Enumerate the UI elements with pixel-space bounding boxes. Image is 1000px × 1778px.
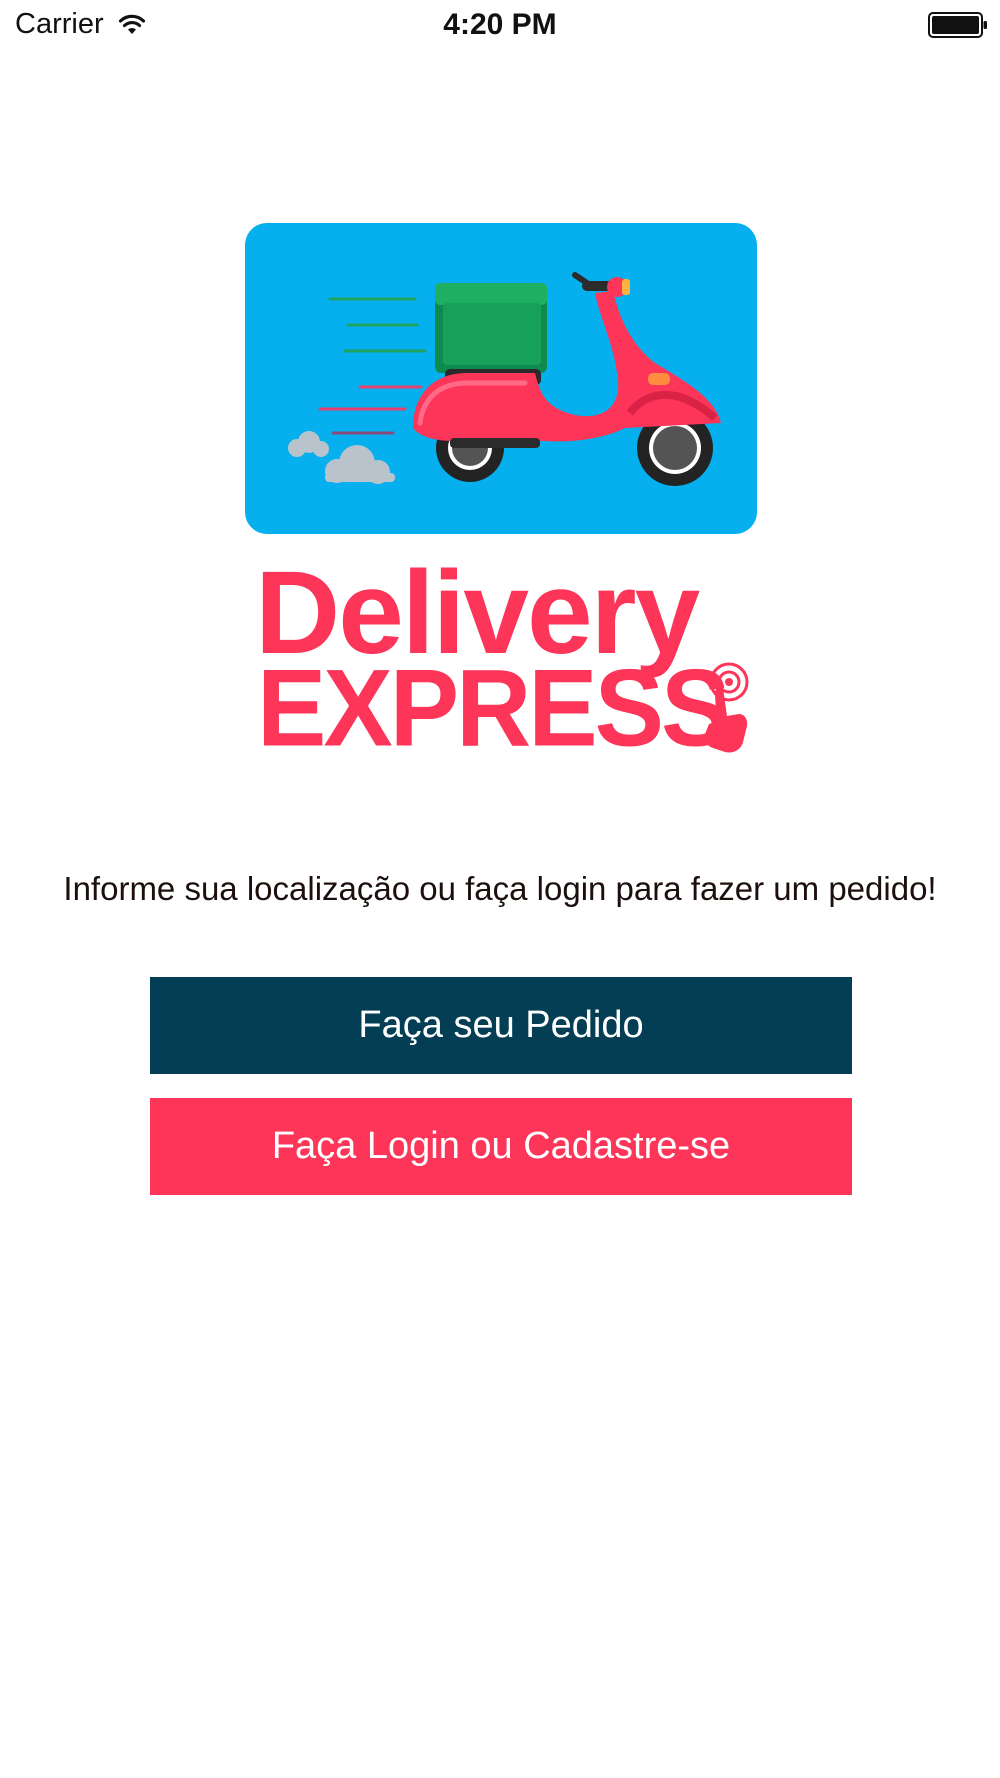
login-signup-button[interactable]: Faça Login ou Cadastre-se	[150, 1098, 852, 1195]
battery-icon	[928, 12, 987, 38]
tap-hand-icon	[704, 662, 749, 753]
brand-logo: Delivery EXPRESS	[245, 548, 765, 767]
logo-card	[245, 223, 757, 534]
brand-title-line2: EXPRESS	[257, 648, 730, 770]
status-time: 4:20 PM	[443, 8, 557, 41]
scooter-illustration	[288, 272, 721, 486]
login-prompt-text: Informe sua localização ou faça login pa…	[63, 870, 937, 907]
status-bar: Carrier 4:20 PM	[0, 0, 1000, 52]
order-button[interactable]: Faça seu Pedido	[150, 977, 852, 1074]
